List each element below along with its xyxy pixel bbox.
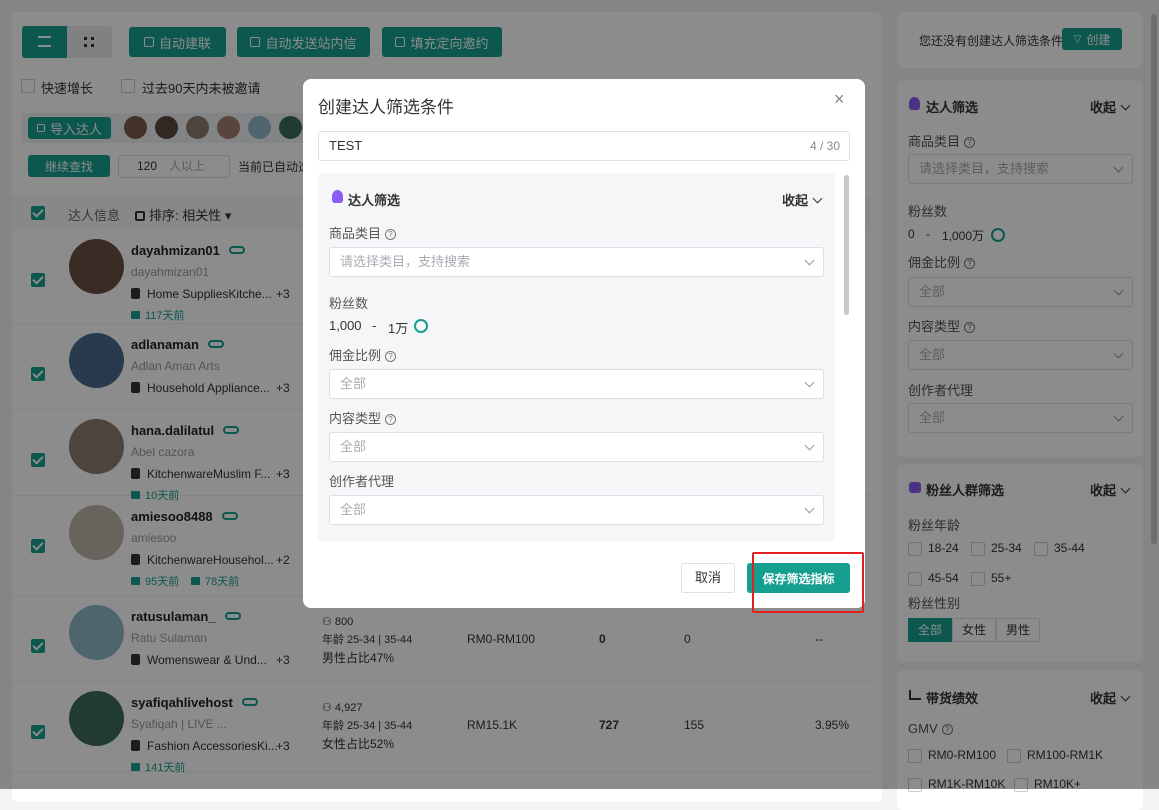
- fans-sep: -: [372, 318, 377, 333]
- cancel-label: 取消: [694, 570, 721, 585]
- modal-title: 创建达人筛选条件: [318, 98, 454, 117]
- section-fold[interactable]: 收起: [782, 190, 821, 209]
- fans-max: 1万: [388, 321, 409, 336]
- commission-label-text: 佣金比例: [329, 348, 382, 363]
- commission-select[interactable]: 全部: [329, 369, 824, 399]
- modal-section: 达人筛选 收起 商品类目? 请选择类目，支持搜索 粉丝数 1,000 - 1万 …: [318, 173, 835, 541]
- fans-adjust-icon[interactable]: [414, 319, 428, 333]
- filter-name-counter: 4 / 30: [809, 139, 840, 153]
- agent-label: 创作者代理: [329, 474, 395, 489]
- section-title: 达人筛选: [348, 193, 401, 208]
- commission-value: 全部: [340, 376, 367, 391]
- chevron-down-icon: [804, 255, 815, 266]
- highlight-box: [752, 552, 864, 613]
- filter-name-value: TEST: [329, 138, 363, 153]
- content-label-text: 内容类型: [329, 411, 382, 426]
- category-select[interactable]: 请选择类目，支持搜索: [329, 247, 824, 277]
- chevron-down-icon: [804, 503, 815, 514]
- fans-label: 粉丝数: [329, 296, 369, 311]
- chevron-down-icon: [804, 377, 815, 388]
- agent-select[interactable]: 全部: [329, 495, 824, 525]
- content-value: 全部: [340, 439, 367, 454]
- category-placeholder: 请选择类目，支持搜索: [340, 254, 471, 269]
- category-label-text: 商品类目: [329, 226, 382, 241]
- creator-filter-icon: [332, 190, 343, 203]
- agent-value: 全部: [340, 502, 367, 517]
- cancel-button[interactable]: 取消: [681, 563, 735, 593]
- content-select[interactable]: 全部: [329, 432, 824, 462]
- commission-label: 佣金比例?: [329, 345, 397, 364]
- help-icon: ?: [385, 414, 397, 425]
- create-filter-modal: 创建达人筛选条件 × TEST 4 / 30 达人筛选 收起 商品类目? 请选择…: [303, 79, 865, 613]
- chevron-down-icon: [804, 440, 815, 451]
- fans-min: 1,000: [329, 318, 362, 333]
- filter-name-input[interactable]: TEST 4 / 30: [318, 131, 850, 161]
- help-icon: ?: [385, 351, 397, 362]
- close-icon[interactable]: ×: [834, 89, 845, 110]
- category-label: 商品类目?: [329, 223, 397, 242]
- content-label: 内容类型?: [329, 408, 397, 427]
- modal-scrollbar[interactable]: [844, 175, 849, 315]
- help-icon: ?: [385, 229, 397, 240]
